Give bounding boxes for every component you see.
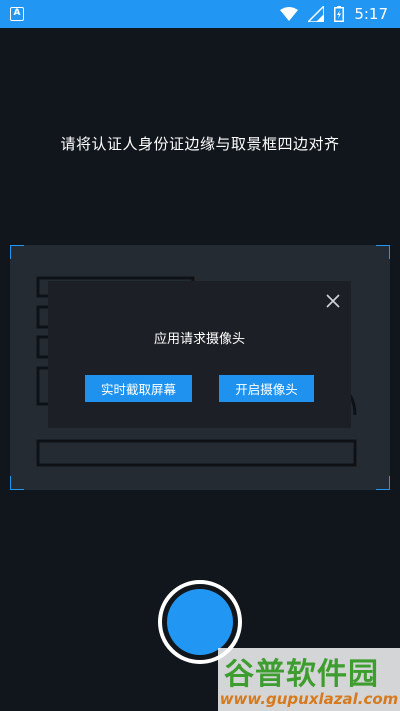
capture-screen-button[interactable]: 实时截取屏幕 xyxy=(85,375,192,402)
close-icon[interactable] xyxy=(324,292,342,310)
alignment-instruction: 请将认证人身份证边缘与取景框四边对齐 xyxy=(60,135,340,153)
dialog-message: 应用请求摄像头 xyxy=(153,332,245,347)
battery-charging-icon xyxy=(334,6,345,22)
watermark-title: 谷普软件园 xyxy=(224,657,379,692)
wifi-icon xyxy=(280,7,299,21)
signal-icon xyxy=(308,6,325,22)
viewfinder-corner-top-right xyxy=(376,245,390,259)
app-notification-icon: A xyxy=(10,7,24,21)
shutter-button-inner xyxy=(167,589,233,655)
camera-permission-dialog: 应用请求摄像头 实时截取屏幕 开启摄像头 xyxy=(48,281,351,428)
watermark-url: www.gupuxlazal.com xyxy=(219,690,399,708)
clock: 5:17 xyxy=(354,5,388,23)
open-camera-button[interactable]: 开启摄像头 xyxy=(219,375,314,402)
watermark-logo: 谷普软件园 www.gupuxlazal.com xyxy=(218,648,400,711)
viewfinder-corner-bottom-left xyxy=(10,476,24,490)
viewfinder-corner-top-left xyxy=(10,245,24,259)
viewfinder-corner-bottom-right xyxy=(376,476,390,490)
status-bar: A 5:17 xyxy=(0,0,400,28)
